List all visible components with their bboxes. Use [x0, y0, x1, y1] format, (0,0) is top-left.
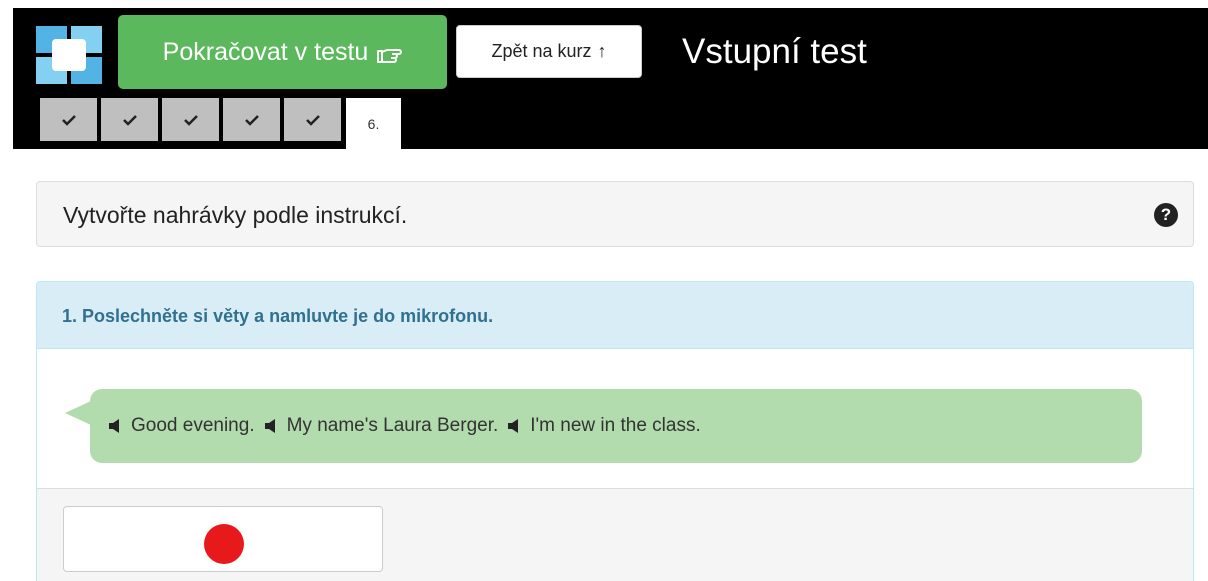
sentence-2[interactable]: My name's Laura Berger.	[263, 415, 499, 437]
back-to-course-label: Zpět na kurz	[491, 41, 592, 61]
checkmark-icon	[183, 114, 198, 126]
page-title: Vstupní test	[682, 32, 867, 71]
task-panel: 1. Poslechněte si věty a namluvte je do …	[36, 281, 1194, 581]
speaker-icon	[264, 419, 275, 433]
step-5-done[interactable]	[284, 98, 341, 141]
question-circle-icon[interactable]: ?	[1154, 203, 1178, 227]
continue-test-button[interactable]: Pokračovat v testu	[118, 15, 447, 89]
checkmark-icon	[305, 114, 320, 126]
continue-test-label: Pokračovat v testu	[162, 37, 369, 66]
task-body: Good evening. My name's Laura Berger. I'…	[37, 349, 1193, 489]
step-3-done[interactable]	[162, 98, 219, 141]
step-6-label: 6.	[367, 115, 380, 132]
app-logo[interactable]	[36, 26, 102, 84]
step-4-done[interactable]	[223, 98, 280, 141]
checkmark-icon	[244, 114, 259, 126]
record-dot-icon	[204, 524, 244, 564]
sentence-3[interactable]: I'm new in the class.	[506, 415, 701, 437]
sentence-3-text: I'm new in the class.	[530, 415, 701, 436]
speech-bubble: Good evening. My name's Laura Berger. I'…	[90, 389, 1142, 463]
hand-pointer-icon	[377, 49, 403, 63]
checkmark-icon	[122, 114, 137, 126]
speaker-icon	[508, 419, 519, 433]
instructions-text: Vytvořte nahrávky podle instrukcí.	[63, 202, 408, 228]
step-2-done[interactable]	[101, 98, 158, 141]
record-button[interactable]	[63, 506, 383, 572]
sentence-1[interactable]: Good evening.	[107, 415, 255, 437]
instructions-panel: Vytvořte nahrávky podle instrukcí. ?	[36, 181, 1194, 247]
top-bar: Pokračovat v testu Zpět na kurz ↑ Vstupn…	[13, 8, 1208, 149]
sentence-1-text: Good evening.	[131, 415, 255, 436]
back-to-course-button[interactable]: Zpět na kurz ↑	[456, 25, 642, 78]
step-1-done[interactable]	[40, 98, 97, 141]
step-navigation: 6.	[40, 98, 401, 149]
task-heading: 1. Poslechněte si věty a namluvte je do …	[37, 282, 1193, 349]
checkmark-icon	[61, 114, 76, 126]
arrow-up-icon: ↑	[597, 41, 607, 61]
speech-bubble-tail	[65, 401, 91, 425]
sentence-2-text: My name's Laura Berger.	[286, 415, 499, 436]
speaker-icon	[109, 419, 119, 433]
step-6-current[interactable]: 6.	[346, 98, 401, 149]
recorder-area	[37, 489, 1193, 581]
